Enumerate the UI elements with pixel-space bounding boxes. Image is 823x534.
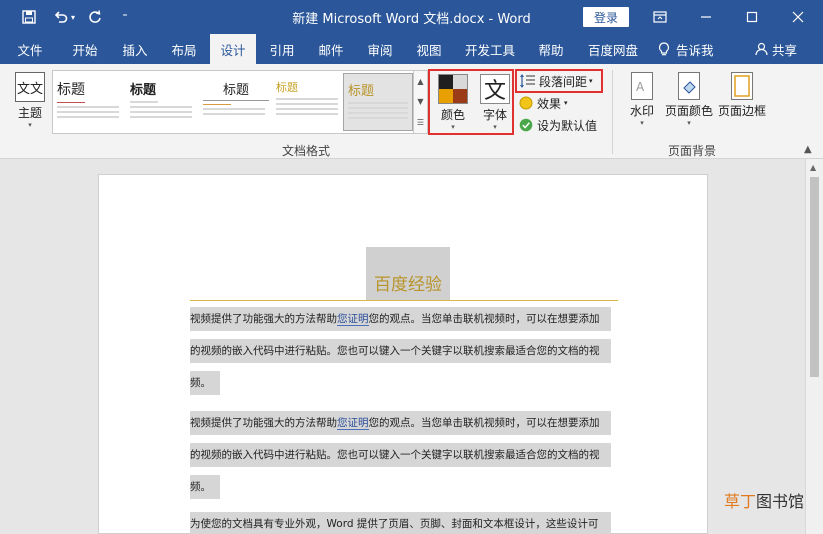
document-heading[interactable]: 百度经验 [366, 270, 450, 295]
menu-bar: 文件 开始 插入 布局 设计 引用 邮件 审阅 视图 开发工具 帮助 百度网盘 … [0, 34, 823, 64]
text-line[interactable]: 视频提供了功能强大的方法帮助您证明您的观点。当您单击联机视频时，可以在想要添加 [190, 411, 611, 435]
ribbon: 文文 主题 ▾ 标题 标题 标题 标题 标题 ▲ ▼ ☰ 颜色 ▾ 文 字体 ▾… [0, 64, 823, 159]
themes-icon: 文文 [15, 72, 45, 102]
tab-developer[interactable]: 开发工具 [456, 34, 524, 64]
title-bar: ▾ ⁼ 新建 Microsoft Word 文档.docx - Word 登录 [0, 0, 823, 34]
chevron-down-icon: ▾ [493, 123, 497, 131]
paragraph-spacing-icon [520, 73, 536, 89]
colors-fonts-highlight: 颜色 ▾ 文 字体 ▾ [428, 69, 514, 135]
gallery-more-icon[interactable]: ☰ [417, 118, 424, 127]
page-borders-button[interactable]: 页面边框 [716, 70, 768, 119]
collapse-ribbon-icon[interactable]: ▲ [804, 144, 812, 155]
style-set-gallery: 标题 标题 标题 标题 标题 [52, 70, 414, 134]
watermark-button[interactable]: A 水印 ▾ [622, 70, 662, 127]
save-icon[interactable] [18, 7, 40, 27]
page-background-group-label: 页面背景 [668, 144, 717, 158]
login-button[interactable]: 登录 [583, 7, 629, 27]
style-set-item[interactable]: 标题 [272, 73, 342, 131]
effects-button[interactable]: 效果 ▾ [518, 93, 568, 113]
chevron-down-icon: ▾ [564, 99, 568, 107]
text-line[interactable]: 频。 [190, 475, 220, 499]
document-formatting-group-label: 文档格式 [282, 144, 331, 158]
tab-help[interactable]: 帮助 [528, 34, 574, 64]
share-label: 共享 [772, 42, 798, 58]
close-icon[interactable] [786, 6, 810, 28]
share-button[interactable]: 共享 [755, 34, 797, 64]
scroll-thumb[interactable] [810, 177, 819, 377]
text-line[interactable]: 的视频的嵌入代码中进行粘贴。您也可以键入一个关键字以联机搜索最适合您的文档的视 [190, 443, 611, 467]
person-icon [755, 42, 768, 56]
chevron-down-icon: ▾ [451, 123, 455, 131]
fonts-button[interactable]: 文 字体 ▾ [476, 73, 514, 133]
style-set-item[interactable]: 标题 [53, 73, 123, 131]
ribbon-display-options-icon[interactable] [648, 6, 672, 28]
gallery-scrollbar[interactable]: ▲ ▼ ☰ [414, 70, 428, 134]
scroll-down-icon[interactable]: ▼ [417, 97, 423, 106]
colors-button[interactable]: 颜色 ▾ [434, 73, 472, 133]
tab-layout[interactable]: 布局 [161, 34, 207, 64]
text-line[interactable]: 视频提供了功能强大的方法帮助您证明您的观点。当您单击联机视频时，可以在想要添加 [190, 307, 611, 331]
lightbulb-icon [658, 42, 670, 56]
watermark-icon: A [631, 72, 653, 100]
tab-view[interactable]: 视图 [406, 34, 452, 64]
chevron-down-icon: ▾ [687, 119, 691, 127]
tab-baidu-netdisk[interactable]: 百度网盘 [578, 34, 648, 64]
svg-text:A: A [636, 80, 645, 94]
customize-qat-icon[interactable]: ⁼ [114, 7, 136, 27]
scroll-up-icon[interactable]: ▲ [810, 163, 816, 172]
tab-design[interactable]: 设计 [210, 34, 256, 64]
redo-icon[interactable] [84, 7, 106, 27]
tab-home[interactable]: 开始 [62, 34, 108, 64]
text-line[interactable]: 频。 [190, 371, 220, 395]
group-divider [612, 70, 613, 154]
watermark-label: 水印 [629, 104, 654, 118]
color-palette-icon [438, 74, 468, 104]
fonts-icon: 文 [480, 74, 510, 104]
set-as-default-label: 设为默认值 [537, 118, 598, 133]
chevron-down-icon: ▾ [640, 119, 644, 127]
effects-icon [518, 95, 534, 111]
chevron-down-icon: ▾ [589, 77, 593, 85]
chevron-down-icon: ▾ [28, 121, 32, 129]
text-line[interactable]: 为使您的文档具有专业外观，Word 提供了页眉、页脚、封面和文本框设计，这些设计… [190, 512, 611, 534]
style-set-item[interactable]: 标题 [126, 73, 196, 131]
tab-file[interactable]: 文件 [8, 34, 52, 64]
page-borders-icon [731, 72, 753, 100]
maximize-icon[interactable] [740, 6, 764, 28]
set-as-default-button[interactable]: 设为默认值 [518, 115, 597, 135]
minimize-icon[interactable] [694, 6, 718, 28]
paragraph-spacing-label: 段落间距 [539, 74, 588, 89]
page-borders-label: 页面边框 [717, 104, 766, 118]
tab-review[interactable]: 审阅 [357, 34, 403, 64]
style-set-item-selected[interactable]: 标题 [343, 73, 413, 131]
tell-me-label: 告诉我 [676, 42, 714, 58]
paragraph-spacing-button[interactable]: 段落间距 ▾ [520, 71, 593, 91]
tab-references[interactable]: 引用 [259, 34, 305, 64]
colors-label: 颜色 [440, 108, 465, 122]
scroll-up-icon[interactable]: ▲ [417, 77, 423, 86]
checkmark-icon [518, 117, 534, 133]
vertical-scrollbar[interactable]: ▲ [805, 159, 823, 534]
page-color-icon [678, 72, 700, 100]
tell-me-box[interactable]: 告诉我 [658, 34, 714, 64]
themes-button[interactable]: 文文 主题 ▾ [8, 70, 52, 132]
undo-dropdown-icon[interactable]: ▾ [68, 7, 78, 27]
page-color-label: 页面颜色 [664, 104, 713, 118]
text-line[interactable]: 的视频的嵌入代码中进行粘贴。您也可以键入一个关键字以联机搜索最适合您的文档的视 [190, 339, 611, 363]
tab-mailings[interactable]: 邮件 [308, 34, 354, 64]
page-color-button[interactable]: 页面颜色 ▾ [664, 70, 714, 127]
effects-label: 效果 [537, 96, 562, 111]
style-set-item[interactable]: 标题 [199, 73, 269, 131]
themes-label: 主题 [17, 106, 42, 120]
heading-underline [190, 300, 618, 301]
site-watermark: 草丁图书馆 [724, 492, 805, 511]
fonts-label: 字体 [482, 108, 507, 122]
tab-insert[interactable]: 插入 [112, 34, 158, 64]
